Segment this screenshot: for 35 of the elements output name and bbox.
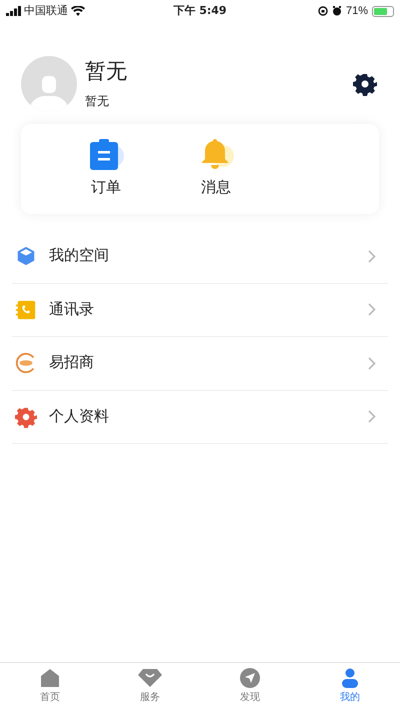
menu-item[interactable]: 易招商 bbox=[12, 337, 388, 390]
chevron-icon bbox=[368, 250, 376, 263]
diamond-icon bbox=[138, 668, 162, 688]
menu-item[interactable]: 个人资料 bbox=[12, 390, 388, 444]
gear-icon bbox=[15, 406, 37, 428]
phone-book-icon bbox=[15, 298, 37, 321]
compass-icon bbox=[240, 668, 260, 688]
settings-icon bbox=[353, 72, 377, 96]
tab[interactable]: 发现 bbox=[200, 663, 300, 710]
rotation-lock-icon bbox=[318, 6, 328, 16]
settings-button[interactable] bbox=[353, 71, 379, 97]
chevron-icon bbox=[368, 410, 376, 424]
chevron-icon bbox=[368, 356, 376, 370]
tab[interactable]: 首页 bbox=[0, 663, 100, 710]
shortcut-button[interactable]: 消息 bbox=[181, 138, 251, 200]
status-time: 下午 5:49 bbox=[173, 2, 227, 19]
carrier-name: 中国联通 bbox=[24, 2, 68, 19]
signal-icon bbox=[6, 6, 21, 16]
user-subtitle: 暂无 bbox=[85, 93, 110, 110]
shortcut-button[interactable]: 订单 bbox=[71, 138, 141, 200]
tab[interactable]: 我的 bbox=[300, 663, 400, 710]
chevron-icon bbox=[368, 303, 376, 316]
menu-item[interactable]: 我的空间 bbox=[12, 230, 388, 284]
wifi-icon bbox=[71, 6, 85, 16]
battery-percent: 71% bbox=[346, 4, 368, 19]
alarm-icon bbox=[332, 6, 342, 16]
clipboard-icon bbox=[87, 138, 125, 171]
home-icon bbox=[40, 668, 60, 688]
orbit-logo-icon bbox=[15, 352, 37, 374]
battery-icon bbox=[372, 6, 394, 16]
person-icon bbox=[340, 668, 360, 688]
tab[interactable]: 服务 bbox=[100, 663, 200, 710]
cube-icon bbox=[15, 245, 37, 268]
user-name: 暂无 bbox=[85, 59, 128, 85]
menu-item[interactable]: 通讯录 bbox=[12, 284, 388, 337]
